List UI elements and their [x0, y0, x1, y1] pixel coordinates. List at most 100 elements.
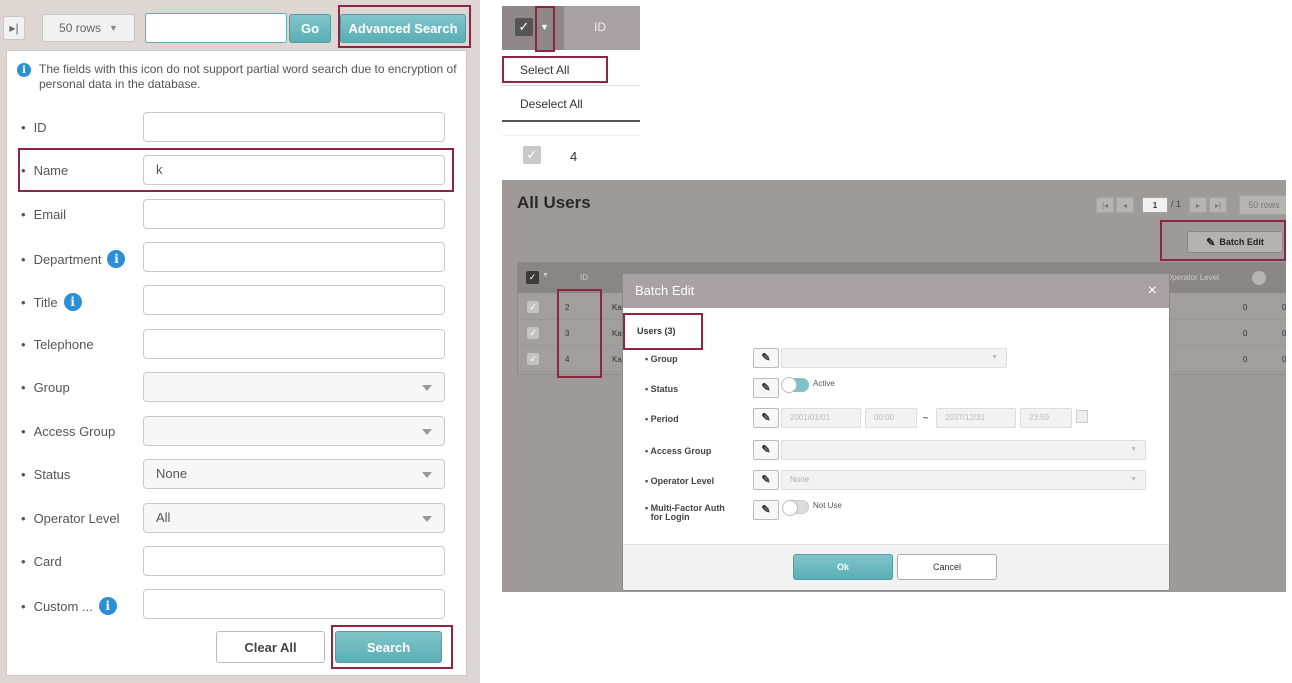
id-column-header[interactable]: ID	[594, 20, 606, 34]
field-row-department: • Department i	[7, 242, 466, 276]
chevron-down-icon	[422, 429, 432, 435]
users-count: Users (3)	[637, 326, 676, 336]
field-row-status: • Status None	[7, 459, 466, 493]
info-icon: i	[17, 63, 31, 77]
access-group-label: • Access Group	[645, 446, 712, 456]
card-input[interactable]	[143, 546, 445, 576]
field-label-text: Name	[33, 163, 69, 178]
field-label-status: • Status	[21, 467, 70, 482]
group-select[interactable]: ▼	[781, 348, 1007, 368]
operator-level-select[interactable]: All	[143, 503, 445, 533]
pencil-icon: ✎	[1206, 236, 1216, 249]
status-edit-button[interactable]: ✎	[753, 378, 779, 398]
status-select[interactable]: None	[143, 459, 445, 489]
clear-all-button[interactable]: Clear All	[216, 631, 325, 663]
chevron-down-icon: ▼	[1130, 446, 1137, 453]
advanced-search-screenshot: ▸| 50 rows ▼ Go Advanced Search i The fi…	[0, 0, 480, 683]
calendar-icon[interactable]	[1076, 410, 1088, 423]
mfa-edit-button[interactable]: ✎	[753, 500, 779, 520]
row-checkbox[interactable]: ✓	[523, 146, 541, 164]
status-toggle[interactable]	[781, 377, 809, 393]
batch-edit-button[interactable]: ✎ Batch Edit	[1187, 231, 1283, 253]
bullet-icon: •	[21, 424, 26, 439]
period-end-time[interactable]: 23:59	[1020, 408, 1072, 428]
chevron-down-icon[interactable]: ▼	[542, 272, 549, 279]
mfa-toggle[interactable]	[782, 500, 809, 516]
cell-b: 0	[1282, 329, 1286, 338]
rows-per-page-select[interactable]: 50 rows ▼	[42, 14, 135, 42]
chevron-down-icon	[422, 472, 432, 478]
bullet-icon: •	[21, 207, 26, 222]
cell-a: 0	[1243, 303, 1248, 312]
group-edit-button[interactable]: ✎	[753, 348, 779, 368]
close-icon[interactable]: ×	[1148, 274, 1157, 308]
period-end-date[interactable]: 2037/12/31	[936, 408, 1016, 428]
operator-level-text: Operator Level	[650, 476, 715, 486]
field-label-email: • Email	[21, 207, 66, 222]
title-input[interactable]	[143, 285, 445, 315]
mfa-text: Multi-Factor Auth for Login	[650, 503, 725, 522]
page-title: All Users	[517, 193, 591, 212]
select-column	[502, 6, 564, 50]
first-page-button[interactable]: |◂	[1096, 197, 1114, 213]
operator-level-edit-button[interactable]: ✎	[753, 470, 779, 490]
period-edit-button[interactable]: ✎	[753, 408, 779, 428]
row-checkbox[interactable]: ✓	[527, 327, 539, 339]
chevron-down-icon	[422, 385, 432, 391]
field-label-operator-level: • Operator Level	[21, 511, 120, 526]
id-input[interactable]	[143, 112, 445, 142]
status-value: None	[156, 466, 188, 481]
chevron-down-icon[interactable]: ▼	[540, 22, 549, 32]
search-input[interactable]	[145, 13, 287, 43]
access-group-edit-button[interactable]: ✎	[753, 440, 779, 460]
next-page-button[interactable]: ▸	[1189, 197, 1207, 213]
search-button[interactable]: Search	[335, 631, 442, 663]
custom-input[interactable]	[143, 589, 445, 619]
advanced-search-button[interactable]: Advanced Search	[340, 14, 466, 43]
field-row-telephone: • Telephone	[7, 329, 466, 363]
rows-per-page-select[interactable]: 50 rows	[1239, 195, 1286, 215]
cancel-button[interactable]: Cancel	[897, 554, 997, 580]
ok-button[interactable]: Ok	[793, 554, 893, 580]
operator-column-header[interactable]: Operator Level	[1166, 273, 1219, 282]
page-number-input[interactable]: 1	[1142, 197, 1168, 213]
email-input[interactable]	[143, 199, 445, 229]
cell-name: Ka	[612, 355, 622, 364]
field-label-id: • ID	[21, 120, 47, 135]
row-checkbox[interactable]: ✓	[527, 353, 539, 365]
field-row-group: • Group	[7, 372, 466, 406]
telephone-input[interactable]	[143, 329, 445, 359]
notice-text: The fields with this icon do not support…	[39, 62, 457, 91]
department-input[interactable]	[143, 242, 445, 272]
period-separator: ~	[923, 413, 929, 423]
cell-name: Ka	[612, 303, 622, 312]
modal-header: Batch Edit ×	[623, 274, 1169, 308]
select-all-checkbox[interactable]: ✓	[526, 271, 539, 284]
cell-id: 3	[565, 329, 570, 338]
bullet-icon: •	[21, 598, 26, 614]
id-column-header[interactable]: ID	[580, 273, 588, 282]
prev-page-button[interactable]: ◂	[1116, 197, 1134, 213]
name-input[interactable]: k	[143, 155, 445, 185]
settings-icon[interactable]	[1252, 271, 1266, 285]
last-page-button[interactable]: ▸|	[1209, 197, 1227, 213]
field-row-id: • ID	[7, 112, 466, 146]
select-all-option[interactable]: Select All	[502, 52, 640, 86]
deselect-all-option[interactable]: Deselect All	[502, 86, 640, 122]
chevron-down-icon	[422, 516, 432, 522]
period-start-date[interactable]: 2001/01/01	[781, 408, 861, 428]
row-checkbox[interactable]: ✓	[527, 301, 539, 313]
toggle-knob	[782, 500, 798, 516]
period-start-time[interactable]: 00:00	[865, 408, 917, 428]
group-select[interactable]	[143, 372, 445, 402]
operator-level-select[interactable]: None ▼	[781, 470, 1146, 490]
rows-per-page-label: 50 rows	[59, 21, 102, 35]
access-group-select[interactable]: ▼	[781, 440, 1146, 460]
select-all-checkbox[interactable]: ✓	[515, 18, 533, 36]
operator-level-row: • Operator Level ✎ None ▼	[623, 470, 1169, 494]
field-label-telephone: • Telephone	[21, 337, 94, 352]
last-page-button[interactable]: ▸|	[3, 16, 25, 40]
access-group-select[interactable]	[143, 416, 445, 446]
go-button[interactable]: Go	[289, 14, 331, 43]
bullet-icon: •	[21, 163, 26, 178]
